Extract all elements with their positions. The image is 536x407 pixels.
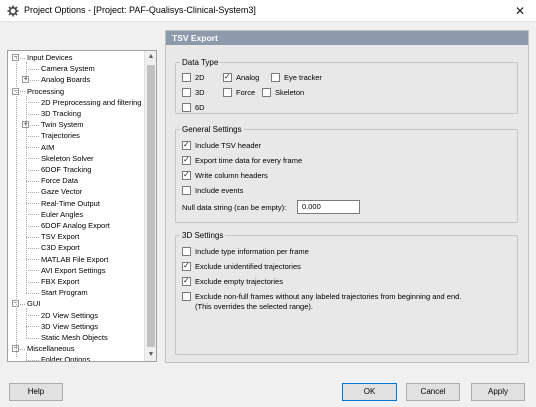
tree-item-gui[interactable]: GUI xyxy=(26,298,41,309)
tree-item-gaze-vector[interactable]: Gaze Vector xyxy=(40,186,83,197)
tree-item-3d-view-settings[interactable]: 3D View Settings xyxy=(40,321,99,332)
tree-item-twin-system[interactable]: Twin System xyxy=(40,119,85,130)
3d-settings-group: 3D Settings Include type information per… xyxy=(175,230,518,355)
scroll-up-icon[interactable]: ▲ xyxy=(145,51,156,63)
cancel-button[interactable]: Cancel xyxy=(406,383,460,401)
tree-item-6dof-analog-export[interactable]: 6DOF Analog Export xyxy=(40,220,111,231)
null-data-input[interactable]: 0.000 xyxy=(297,200,360,214)
tree-item-tsv-export[interactable]: TSV Export xyxy=(40,231,81,242)
scrollbar-thumb[interactable] xyxy=(147,65,155,347)
checkbox-3d[interactable]: 3D xyxy=(182,87,205,97)
apply-button[interactable]: Apply xyxy=(471,383,525,401)
checkbox-exclude-non-full-frames[interactable]: Exclude non-full frames without any labe… xyxy=(182,291,461,301)
checkbox-eye-tracker[interactable]: Eye tracker xyxy=(271,72,322,82)
panel-title: TSV Export xyxy=(166,31,528,45)
tree-item-aim[interactable]: AIM xyxy=(40,142,55,153)
tree-item-fbx-export[interactable]: FBX Export xyxy=(40,276,80,287)
checkbox-export-time-data[interactable]: ✓ Export time data for every frame xyxy=(182,155,302,165)
general-settings-title: General Settings xyxy=(180,124,244,135)
tree-item-processing[interactable]: Processing xyxy=(26,86,65,97)
tree-item-2d-view-settings[interactable]: 2D View Settings xyxy=(40,310,99,321)
tree-item-camera-system[interactable]: Camera System xyxy=(40,63,96,74)
exclude-non-full-note: (This overrides the selected range). xyxy=(195,302,313,311)
null-data-label: Null data string (can be empty): xyxy=(182,203,287,212)
settings-panel: TSV Export Data Type 2D ✓ Analog Eye tra… xyxy=(165,30,529,363)
help-button[interactable]: Help xyxy=(9,383,63,401)
3d-settings-title: 3D Settings xyxy=(180,230,226,241)
tree-item-force-data[interactable]: Force Data xyxy=(40,175,79,186)
close-icon[interactable]: ✕ xyxy=(512,3,528,19)
checkbox-include-tsv-header[interactable]: ✓ Include TSV header xyxy=(182,140,261,150)
checkbox-2d[interactable]: 2D xyxy=(182,72,205,82)
tree-item-analog-boards[interactable]: Analog Boards xyxy=(40,74,91,85)
tree-item-2d-preprocessing-and-filtering[interactable]: 2D Preprocessing and filtering xyxy=(40,97,142,108)
tree-item-avi-export-settings[interactable]: AVI Export Settings xyxy=(40,265,106,276)
tree-item-matlab-file-export[interactable]: MATLAB File Export xyxy=(40,254,109,265)
tree-item-start-program[interactable]: Start Program xyxy=(40,287,89,298)
checkbox-exclude-unidentified[interactable]: ✓ Exclude unidentified trajectories xyxy=(182,261,301,271)
scroll-down-icon[interactable]: ▼ xyxy=(145,349,156,361)
tree-item-skeleton-solver[interactable]: Skeleton Solver xyxy=(40,153,95,164)
tree-item-real-time-output[interactable]: Real-Time Output xyxy=(40,198,101,209)
tree-item-euler-angles[interactable]: Euler Angles xyxy=(40,209,84,220)
tree-item-6dof-tracking[interactable]: 6DOF Tracking xyxy=(40,164,92,175)
checkbox-include-type-info[interactable]: Include type information per frame xyxy=(182,246,309,256)
checkbox-force[interactable]: Force xyxy=(223,87,255,97)
checkbox-analog[interactable]: ✓ Analog xyxy=(223,72,259,82)
checkbox-exclude-empty[interactable]: ✓ Exclude empty trajectories xyxy=(182,276,283,286)
tree-item-3d-tracking[interactable]: 3D Tracking xyxy=(40,108,82,119)
checkbox-skeleton[interactable]: Skeleton xyxy=(262,87,304,97)
window-title: Project Options - [Project: PAF-Qualisys… xyxy=(24,5,256,15)
general-settings-group: General Settings ✓ Include TSV header ✓ … xyxy=(175,124,518,223)
checkbox-include-events[interactable]: Include events xyxy=(182,185,243,195)
checkbox-write-column-headers[interactable]: ✓ Write column headers xyxy=(182,170,268,180)
tree-item-static-mesh-objects[interactable]: Static Mesh Objects xyxy=(40,332,109,343)
title-bar: Project Options - [Project: PAF-Qualisys… xyxy=(0,0,536,22)
tree-item-input-devices[interactable]: Input Devices xyxy=(26,52,73,63)
tree-item-trajectories[interactable]: Trajectories xyxy=(40,130,81,141)
ok-button[interactable]: OK xyxy=(342,383,397,401)
data-type-title: Data Type xyxy=(180,57,221,68)
tree-item-miscellaneous[interactable]: Miscellaneous xyxy=(26,343,76,354)
checkbox-6d[interactable]: 6D xyxy=(182,102,205,112)
tree-scrollbar[interactable]: ▲ ▼ xyxy=(144,51,156,361)
options-tree[interactable]: Input Devices − Camera System Analog Boards… xyxy=(7,50,157,362)
tree-item-c3d-export[interactable]: C3D Export xyxy=(40,242,81,253)
gear-icon xyxy=(7,5,19,17)
tree-item-folder-options[interactable]: Folder Options xyxy=(40,354,91,361)
data-type-group: Data Type 2D ✓ Analog Eye tracker 3D For… xyxy=(175,57,518,114)
